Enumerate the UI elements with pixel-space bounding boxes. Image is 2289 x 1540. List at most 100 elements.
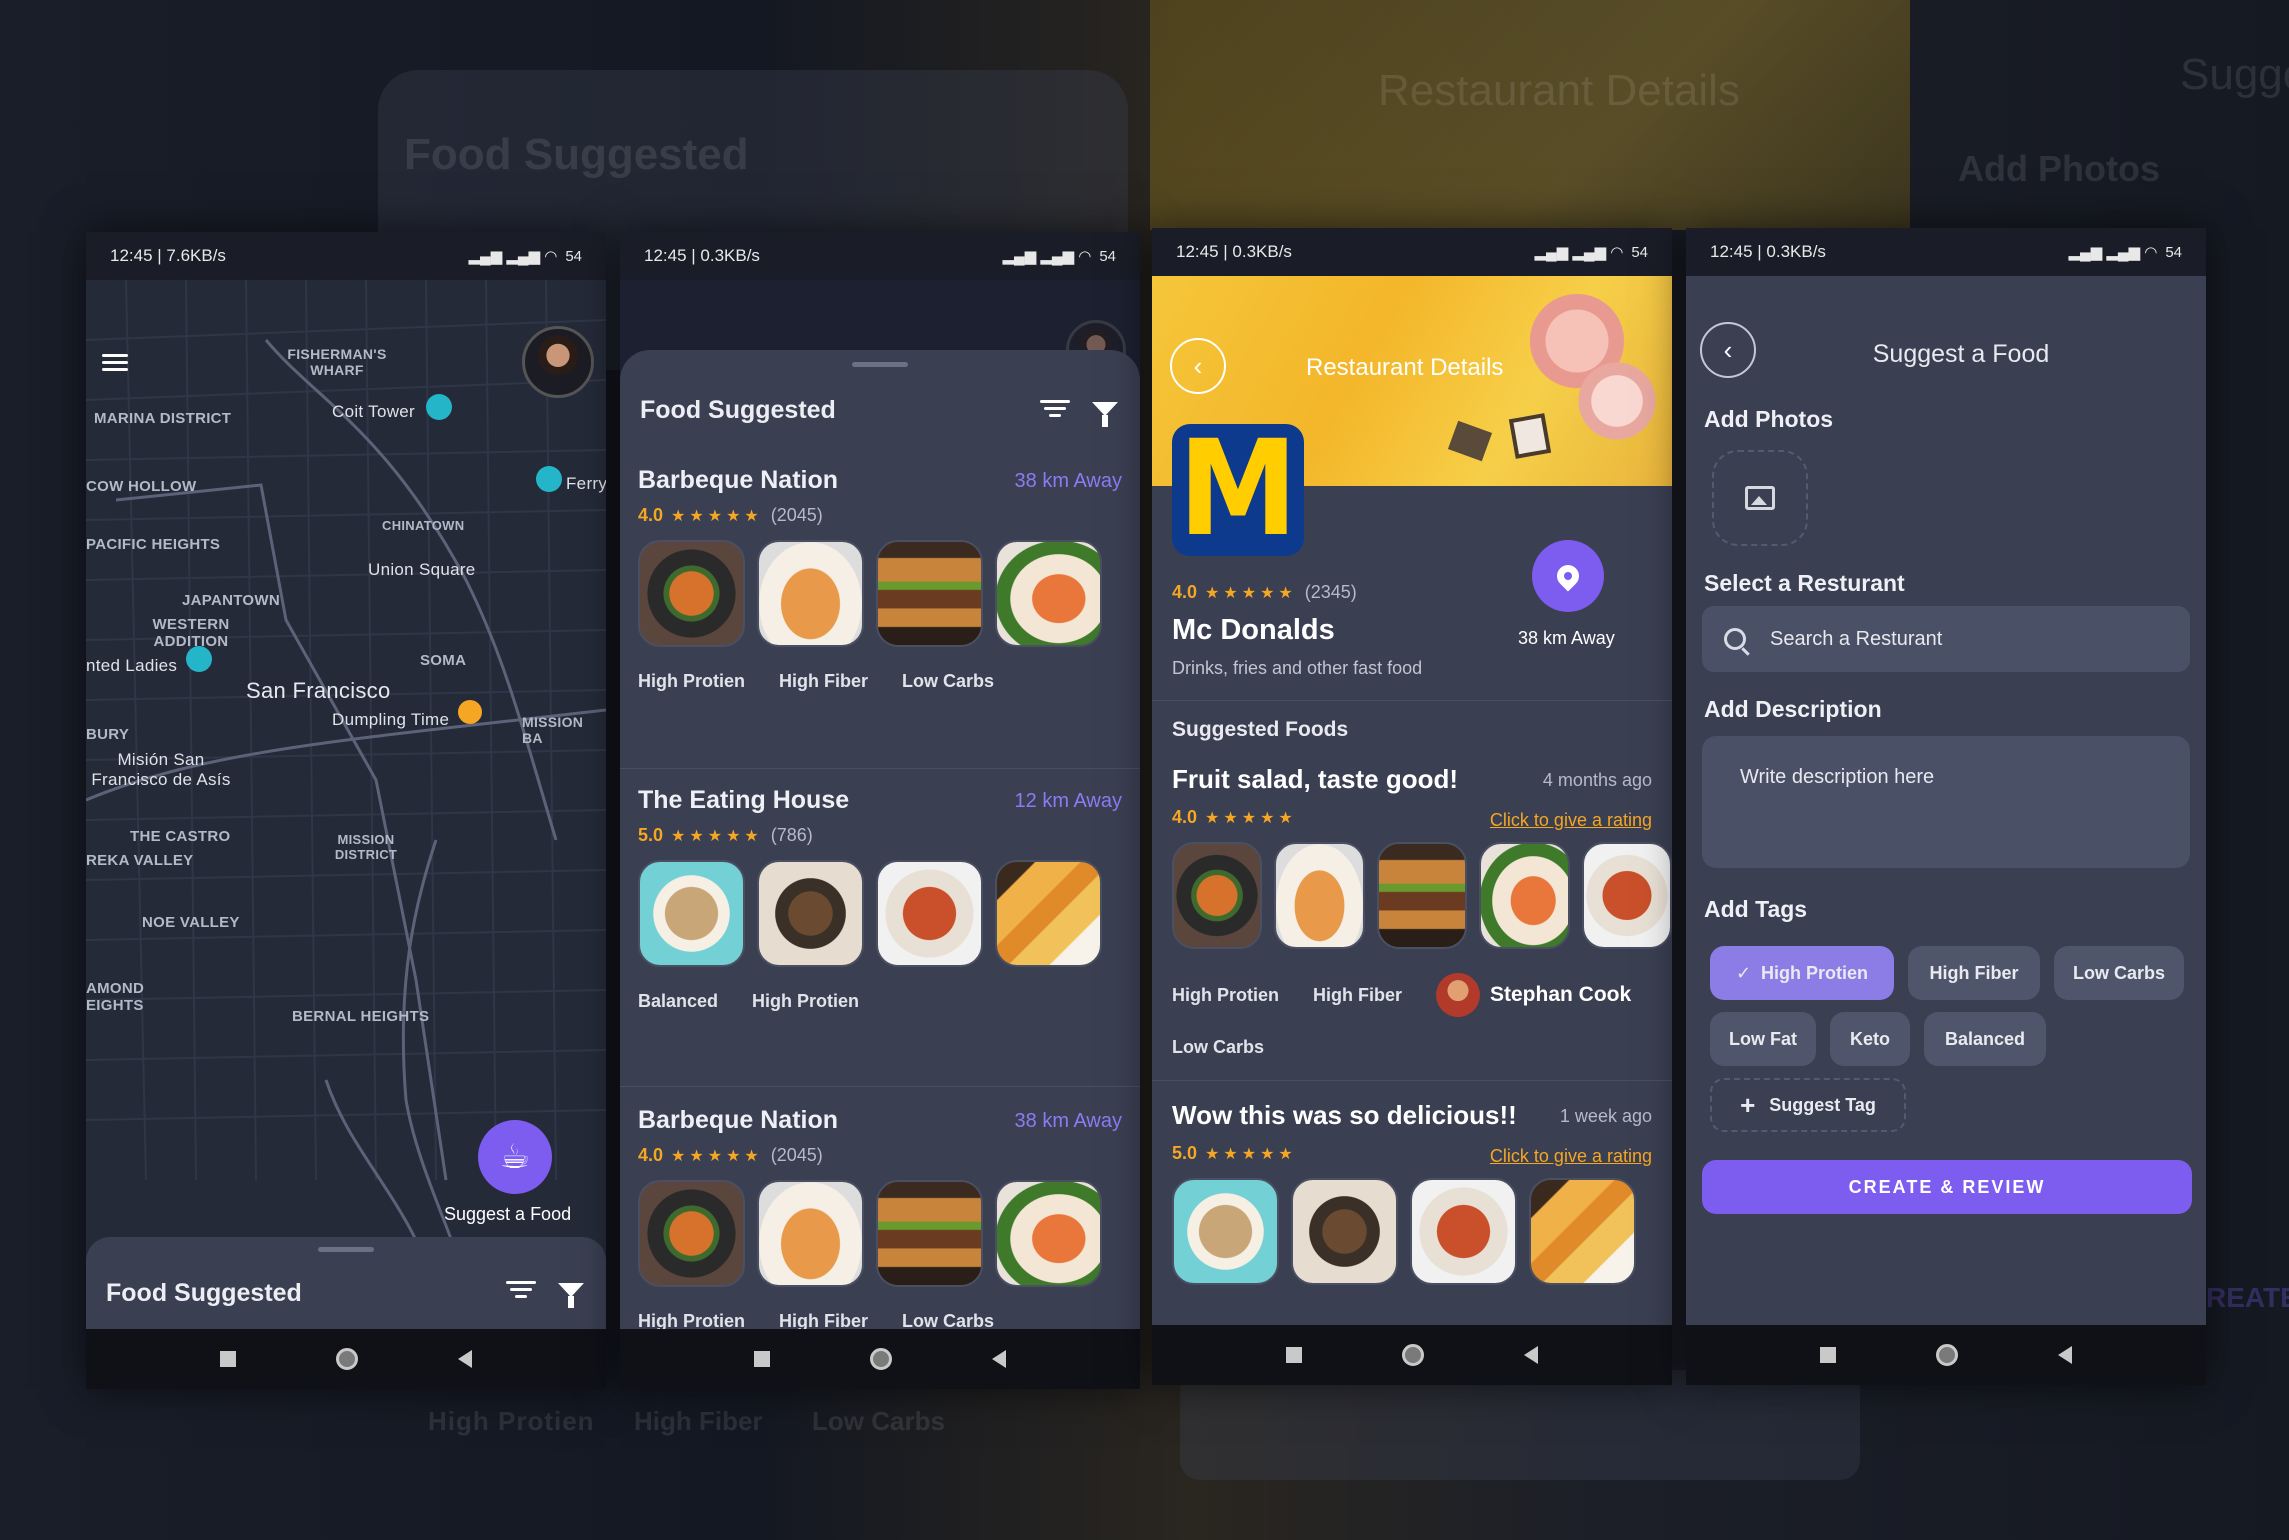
restaurant-card[interactable]: The Eating House 12 km Away 5.0 ★★★★★ (786… <box>638 786 1122 1012</box>
map-label-mission-district: MISSION DISTRICT <box>334 832 398 862</box>
map-label-painted-ladies: nted Ladies <box>86 656 178 675</box>
food-image[interactable] <box>1376 842 1468 949</box>
bottom-sheet[interactable]: Food Suggested <box>86 1237 606 1329</box>
add-photo-button[interactable] <box>1712 450 1808 546</box>
add-tags-label: Add Tags <box>1704 896 1808 922</box>
food-image[interactable] <box>876 1180 983 1287</box>
food-image[interactable] <box>638 1180 745 1287</box>
rating-value: 4.0 <box>1172 582 1198 602</box>
rating-value: 5.0 <box>638 825 664 845</box>
review-card[interactable]: Fruit salad, taste good! 4 months ago 4.… <box>1172 764 1672 1058</box>
food-image[interactable] <box>1291 1178 1398 1285</box>
food-image[interactable] <box>995 860 1102 967</box>
filter-icon[interactable] <box>558 1282 584 1308</box>
phone-suggest-screen: 12:45 | 0.3KB/s ▂▄▆ ▂▄▆ ◠ 54 ‹ Suggest a… <box>1686 228 2206 1385</box>
suggest-food-button[interactable]: ☕ <box>478 1120 552 1194</box>
star-rating-icon: ★★★★★ <box>1205 585 1297 602</box>
landmark-pin-icon[interactable] <box>186 646 212 672</box>
food-image[interactable] <box>1172 1178 1279 1285</box>
rating-value: 4.0 <box>638 505 664 525</box>
description-field[interactable]: Write description here <box>1702 736 2190 868</box>
back-icon[interactable] <box>458 1350 472 1368</box>
food-image[interactable] <box>1581 842 1672 949</box>
food-image[interactable] <box>757 1180 864 1287</box>
review-time: 1 week ago <box>1559 1106 1652 1126</box>
home-icon[interactable] <box>1402 1344 1424 1366</box>
menu-icon[interactable] <box>102 350 128 375</box>
food-image[interactable] <box>1172 842 1263 949</box>
restaurant-logo: M <box>1172 424 1304 556</box>
food-image[interactable] <box>876 540 983 647</box>
food-image[interactable] <box>638 540 745 647</box>
map-label-san-francisco: San Francisco <box>246 678 391 703</box>
restaurant-distance: 38 km Away <box>1014 1110 1122 1132</box>
system-navbar <box>1686 1325 2206 1385</box>
food-image[interactable] <box>1479 842 1570 949</box>
home-icon[interactable] <box>336 1348 358 1370</box>
system-navbar <box>1152 1325 1672 1385</box>
filter-icon[interactable] <box>1092 401 1118 427</box>
chevron-left-icon: ‹ <box>1193 350 1203 381</box>
recent-apps-icon[interactable] <box>1820 1347 1836 1363</box>
food-image[interactable] <box>1410 1178 1517 1285</box>
create-review-button[interactable]: CREATE & REVIEW <box>1702 1160 2192 1214</box>
tag-chip-low-fat[interactable]: Low Fat <box>1710 1012 1816 1066</box>
battery: 54 <box>1631 243 1648 261</box>
tag-label: High Protien <box>638 671 745 691</box>
recent-apps-icon[interactable] <box>1286 1347 1302 1363</box>
tag-chip-keto[interactable]: Keto <box>1830 1012 1910 1066</box>
back-icon[interactable] <box>992 1350 1006 1368</box>
location-button[interactable] <box>1532 540 1604 612</box>
add-photos-label: Add Photos <box>1704 406 1834 432</box>
star-rating-icon: ★★★★★ <box>671 508 763 525</box>
check-icon: ✓ <box>1735 962 1752 983</box>
give-rating-link[interactable]: Click to give a rating <box>1490 810 1652 831</box>
tag-label: High Fiber <box>779 671 868 691</box>
search-placeholder: Search a Resturant <box>1770 627 1943 650</box>
food-image[interactable] <box>757 860 864 967</box>
back-button[interactable]: ‹ <box>1170 338 1226 394</box>
home-icon[interactable] <box>870 1348 892 1370</box>
user-avatar[interactable] <box>522 326 594 398</box>
back-icon[interactable] <box>1524 1346 1538 1364</box>
review-author[interactable]: Stephan Cook <box>1436 973 1631 1017</box>
sort-icon[interactable] <box>1040 396 1070 421</box>
review-card[interactable]: Wow this was so delicious!! 1 week ago 5… <box>1172 1100 1652 1285</box>
tag-chip-balanced[interactable]: Balanced <box>1924 1012 2046 1066</box>
list-title: Food Suggested <box>640 396 836 424</box>
home-icon[interactable] <box>1936 1344 1958 1366</box>
page-title: Restaurant Details <box>1306 354 1504 381</box>
background-title-left: Food Suggested <box>404 130 749 179</box>
system-navbar <box>620 1329 1140 1389</box>
tag-chip-low-carbs[interactable]: Low Carbs <box>2054 946 2184 1000</box>
recent-apps-icon[interactable] <box>754 1351 770 1367</box>
back-icon[interactable] <box>2058 1346 2072 1364</box>
food-image[interactable] <box>995 1180 1102 1287</box>
restaurant-search-input[interactable]: Search a Resturant <box>1702 606 2190 672</box>
food-image[interactable] <box>638 860 745 967</box>
food-image[interactable] <box>1274 842 1365 949</box>
food-image[interactable] <box>876 860 983 967</box>
tag-chip-high-fiber[interactable]: High Fiber <box>1908 946 2040 1000</box>
star-rating-icon: ★★★★★ <box>1205 1146 1297 1163</box>
give-rating-link[interactable]: Click to give a rating <box>1490 1146 1652 1167</box>
restaurant-pin-icon[interactable] <box>458 700 482 724</box>
suggest-tag-button[interactable]: + Suggest Tag <box>1710 1078 1906 1132</box>
sort-icon[interactable] <box>506 1277 536 1302</box>
food-image[interactable] <box>1529 1178 1636 1285</box>
restaurant-card[interactable]: Barbeque Nation 38 km Away 4.0 ★★★★★ (2045… <box>638 466 1122 692</box>
tag-label: High Protien <box>1172 984 1279 1005</box>
cup-icon: ☕ <box>499 1138 531 1176</box>
recent-apps-icon[interactable] <box>220 1351 236 1367</box>
restaurant-card[interactable]: Barbeque Nation 38 km Away 4.0 ★★★★★ (2045… <box>638 1106 1122 1332</box>
mcdonalds-logo-icon: M <box>1178 424 1298 556</box>
food-image[interactable] <box>757 540 864 647</box>
drag-handle[interactable] <box>318 1247 374 1252</box>
tag-chip-high-protien[interactable]: ✓ High Protien <box>1710 946 1894 1000</box>
food-image[interactable] <box>995 540 1102 647</box>
phone-list-screen: 12:45 | 0.3KB/s ▂▄▆ ▂▄▆ ◠ 54 Food Sugges… <box>620 232 1140 1389</box>
background-title-far-right: Sugge <box>2180 50 2289 99</box>
drag-handle[interactable] <box>852 362 908 367</box>
landmark-pin-icon[interactable] <box>536 466 562 492</box>
landmark-pin-icon[interactable] <box>426 394 452 420</box>
